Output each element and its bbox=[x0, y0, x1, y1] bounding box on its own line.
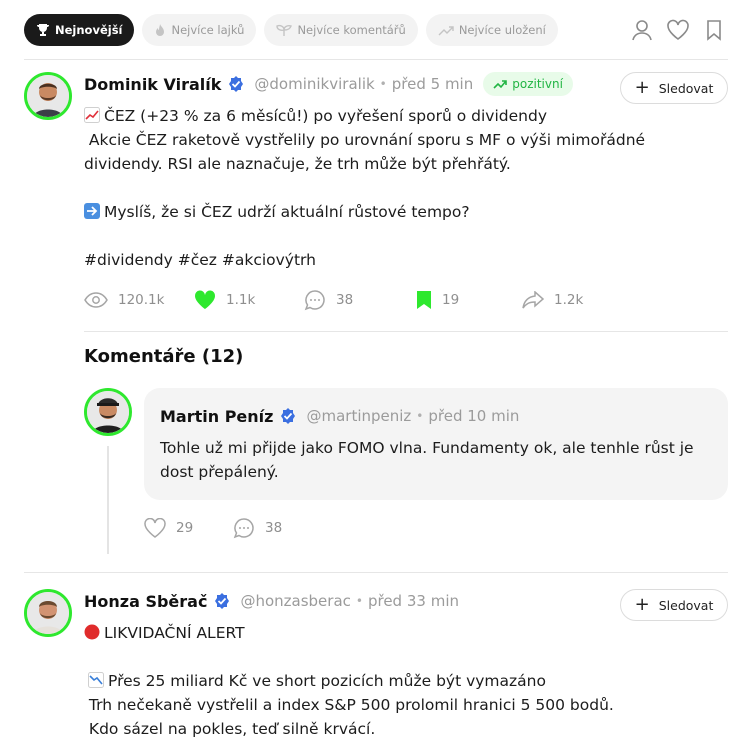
post-line: dividendy. RSI ale naznačuje, že trh můž… bbox=[84, 155, 511, 173]
author-handle[interactable]: @dominikviralik bbox=[254, 75, 374, 93]
save-button[interactable]: 19 bbox=[416, 290, 522, 310]
divider bbox=[84, 331, 728, 332]
views-count: 120.1k bbox=[118, 292, 165, 308]
comment-author-name[interactable]: Martin Peníz bbox=[160, 407, 273, 426]
verified-icon bbox=[279, 407, 297, 425]
post-stats: 120.1k 1.1k 38 19 1.2k bbox=[84, 288, 583, 312]
avatar[interactable] bbox=[24, 589, 72, 637]
heart-icon bbox=[144, 518, 166, 538]
comment-line: dost přepálený. bbox=[160, 463, 279, 481]
post-hashtags[interactable]: #dividendy #čez #akciovýtrh bbox=[84, 248, 316, 272]
likes-count: 1.1k bbox=[226, 292, 256, 308]
trend-up-icon bbox=[493, 80, 508, 89]
filter-newest-label: Nejnovější bbox=[55, 23, 123, 37]
comment-avatar[interactable] bbox=[84, 388, 132, 436]
plus-icon: + bbox=[634, 77, 650, 98]
sprout-icon bbox=[276, 24, 293, 36]
follow-button[interactable]: + Sledovat bbox=[620, 589, 728, 621]
comment-stats: 29 38 bbox=[144, 516, 282, 540]
sentiment-badge: pozitivní bbox=[483, 72, 573, 96]
filter-most-comments-label: Nejvíce komentářů bbox=[297, 23, 406, 37]
comment-icon bbox=[304, 290, 325, 311]
filter-most-saves-label: Nejvíce uložení bbox=[458, 23, 546, 37]
views-stat: 120.1k bbox=[84, 292, 194, 308]
trend-up-icon bbox=[438, 26, 454, 36]
follow-label: Sledovat bbox=[658, 597, 714, 613]
comments-count: 38 bbox=[336, 292, 354, 308]
avatar[interactable] bbox=[24, 72, 72, 120]
post-author-line: Honza Sběrač @honzasberac • před 33 min bbox=[84, 589, 459, 613]
trophy-icon bbox=[37, 24, 49, 36]
verified-icon bbox=[213, 592, 231, 610]
plus-icon: + bbox=[634, 594, 650, 615]
share-button[interactable]: 1.2k bbox=[522, 291, 583, 309]
comment-line: Tohle už mi přijde jako FOMO vlna. Funda… bbox=[160, 439, 694, 457]
post-question: Myslíš, že si ČEZ udrží aktuální růstové… bbox=[104, 203, 470, 221]
bookmark-icon[interactable] bbox=[702, 18, 726, 42]
post-time: před 5 min bbox=[391, 75, 474, 93]
like-button[interactable]: 1.1k bbox=[194, 290, 304, 310]
filter-most-comments[interactable]: Nejvíce komentářů bbox=[264, 14, 418, 46]
header-icons bbox=[630, 18, 726, 42]
post-line: Přes 25 miliard Kč ve short pozicích můž… bbox=[88, 669, 546, 693]
separator-dot: • bbox=[355, 594, 363, 608]
comment-likes-count: 29 bbox=[176, 520, 194, 536]
follow-label: Sledovat bbox=[658, 80, 714, 96]
chart-down-icon bbox=[88, 671, 104, 688]
author-handle[interactable]: @honzasberac bbox=[240, 592, 350, 610]
divider bbox=[24, 59, 728, 60]
separator-dot: • bbox=[416, 409, 424, 423]
filter-most-saves[interactable]: Nejvíce uložení bbox=[425, 14, 558, 46]
post-headline: ČEZ (+23 % za 6 měsíců!) po vyřešení spo… bbox=[104, 107, 547, 125]
fire-icon bbox=[156, 24, 165, 36]
eye-icon bbox=[84, 292, 108, 308]
sentiment-label: pozitivní bbox=[512, 77, 563, 91]
comment-icon bbox=[233, 518, 254, 539]
separator-dot: • bbox=[379, 77, 387, 91]
post-author-line: Dominik Viralík @dominikviralik • před 5… bbox=[84, 72, 573, 96]
post-line: Kdo sázel na pokles, teď silně krvácí. bbox=[84, 720, 376, 738]
heart-filled-icon bbox=[194, 290, 216, 309]
verified-icon bbox=[227, 75, 245, 93]
post-time: před 33 min bbox=[367, 592, 459, 610]
red-circle-icon bbox=[84, 623, 100, 640]
comment-like-button[interactable]: 29 bbox=[144, 518, 233, 538]
thread-line bbox=[107, 446, 109, 554]
post-line: Trh nečekaně vystřelil a index S&P 500 p… bbox=[84, 696, 614, 714]
follow-button[interactable]: + Sledovat bbox=[620, 72, 728, 104]
chart-up-icon bbox=[84, 106, 100, 123]
shares-count: 1.2k bbox=[554, 292, 584, 308]
user-icon[interactable] bbox=[630, 18, 654, 42]
divider bbox=[24, 572, 728, 573]
comment-author-handle[interactable]: @martinpeniz bbox=[306, 407, 411, 425]
share-icon bbox=[522, 291, 544, 309]
saves-count: 19 bbox=[442, 292, 460, 308]
comment-button[interactable]: 38 bbox=[304, 289, 416, 311]
bookmark-filled-icon bbox=[417, 291, 431, 309]
comments-title: Komentáře (12) bbox=[84, 346, 244, 367]
post-line: LIKVIDAČNÍ ALERT bbox=[84, 621, 245, 645]
post-headline: LIKVIDAČNÍ ALERT bbox=[104, 624, 245, 642]
author-name[interactable]: Dominik Viralík bbox=[84, 75, 221, 94]
filter-bar: Nejnovější Nejvíce lajků Nejvíce komentá… bbox=[24, 14, 728, 46]
arrow-right-icon bbox=[84, 202, 100, 219]
post-line: ČEZ (+23 % za 6 měsíců!) po vyřešení spo… bbox=[84, 104, 547, 128]
filter-most-likes-label: Nejvíce lajků bbox=[171, 23, 245, 37]
filter-newest[interactable]: Nejnovější bbox=[24, 14, 135, 46]
comment-reply-button[interactable]: 38 bbox=[233, 517, 282, 539]
author-name[interactable]: Honza Sběrač bbox=[84, 592, 207, 611]
post-line-text: Přes 25 miliard Kč ve short pozicích můž… bbox=[108, 672, 546, 690]
post-line: Myslíš, že si ČEZ udrží aktuální růstové… bbox=[84, 200, 470, 224]
post-line: Akcie ČEZ raketově vystřelily po urovnán… bbox=[84, 131, 646, 149]
heart-icon[interactable] bbox=[666, 18, 690, 42]
comment-replies-count: 38 bbox=[265, 520, 283, 536]
comment-time: před 10 min bbox=[428, 407, 520, 425]
filter-most-likes[interactable]: Nejvíce lajků bbox=[142, 14, 257, 46]
comment-author-line: Martin Peníz @martinpeniz • před 10 min bbox=[160, 404, 519, 428]
